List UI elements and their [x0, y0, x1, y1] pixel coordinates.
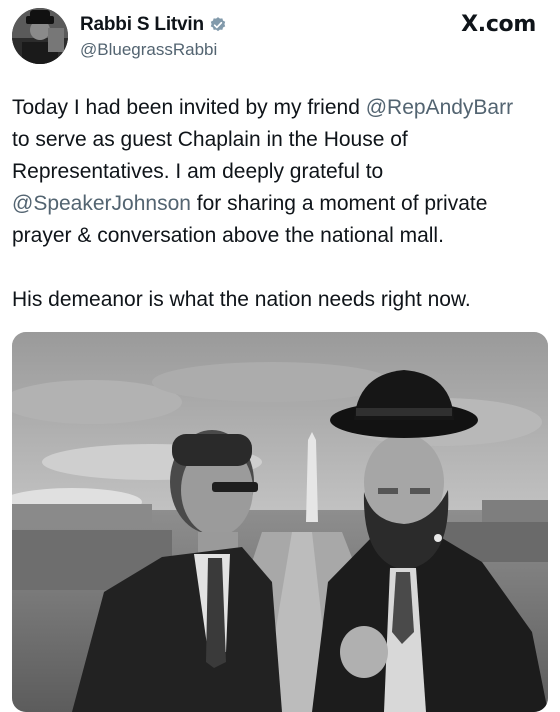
author-handle[interactable]: @BluegrassRabbi [80, 40, 217, 60]
verified-badge-icon [210, 17, 226, 32]
photo-image [12, 332, 548, 712]
x-logo-icon[interactable]: X.com [461, 12, 536, 37]
tweet-text-segment: Today I had been invited by my friend [12, 96, 366, 119]
mention-link[interactable]: @RepAndyBarr [366, 96, 513, 119]
author-display-name[interactable]: Rabbi S Litvin [80, 14, 204, 36]
tweet-text: Today I had been invited by my friend @R… [12, 92, 548, 316]
tweet-line: Representatives. I am deeply grateful to [12, 160, 384, 183]
tweet-header: Rabbi S Litvin @BluegrassRabbi X.com [12, 6, 540, 64]
tweet-line: prayer & conversation above the national… [12, 224, 444, 247]
avatar-photo [12, 8, 68, 64]
mention-link[interactable]: @SpeakerJohnson [12, 192, 191, 215]
tweet-line: @SpeakerJohnson for sharing a moment of … [12, 188, 548, 220]
author-name-row: Rabbi S Litvin [80, 14, 227, 36]
avatar[interactable] [12, 8, 68, 64]
tweet-line: His demeanor is what the nation needs ri… [12, 288, 471, 311]
tweet-media-photo[interactable] [12, 332, 548, 712]
tweet-text-segment: for sharing a moment of private [190, 192, 488, 215]
tweet-line: to serve as guest Chaplain in the House … [12, 128, 408, 151]
tweet-line: Today I had been invited by my friend @R… [12, 92, 548, 124]
